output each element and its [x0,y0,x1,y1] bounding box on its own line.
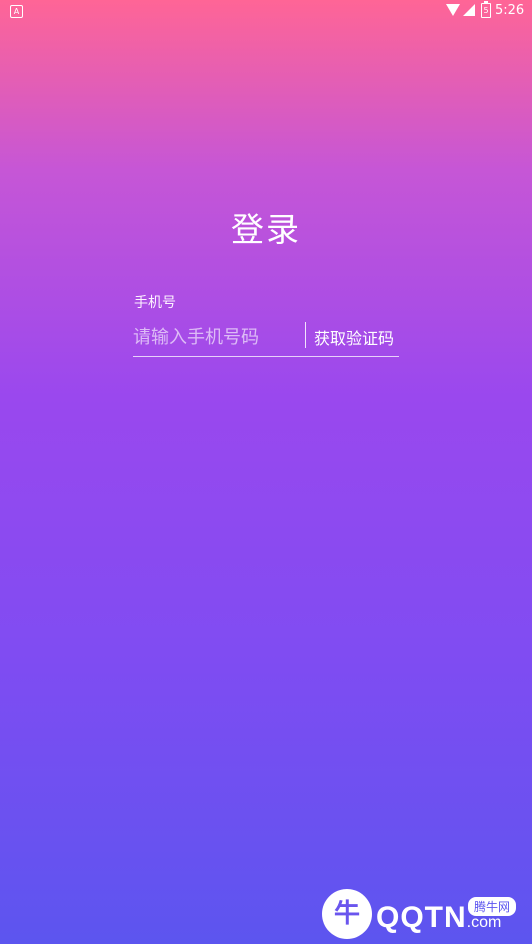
field-divider [305,322,306,348]
phone-input[interactable] [133,322,301,352]
bull-logo-icon: 牛 [322,889,372,939]
get-code-button[interactable]: 获取验证码 [314,325,394,349]
phone-field-row: 获取验证码 [133,320,399,357]
watermark-domain: .com [466,914,502,931]
notification-icon: A [10,5,23,18]
status-bar: A 5 5:26 [0,0,532,22]
watermark-badge: 腾牛网 [468,897,517,916]
battery-icon: 5 [481,1,491,18]
watermark-brand: QQTN [376,901,467,934]
wifi-icon [446,4,460,16]
page-title: 登录 [231,210,301,249]
watermark-logo: 牛 QQTN.com 腾牛网 [322,887,522,939]
status-time: 5:26 [495,3,525,18]
phone-label: 手机号 [134,295,176,311]
signal-icon [463,4,475,16]
